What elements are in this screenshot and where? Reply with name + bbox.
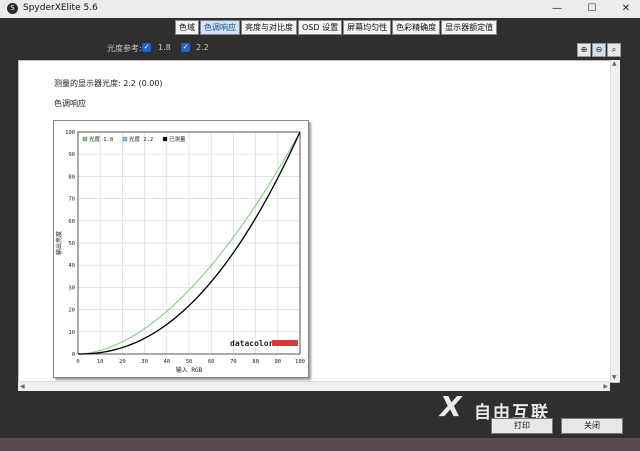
y-tick-label: 90	[68, 152, 75, 158]
y-tick-label: 20	[68, 308, 75, 314]
y-tick-label: 100	[65, 130, 75, 136]
brand-logo: datacolor	[230, 339, 274, 348]
tone-response-chart: 0 10 20 30 40 50 60 70 80 90 100 0 10 20 30 40 50 60 70 80 9…	[53, 120, 309, 378]
gamma-1-8-checkbox[interactable]: ✓	[142, 43, 151, 52]
window-title: SpyderXElite 5.6	[23, 3, 98, 13]
close-window-button[interactable]: ✕	[618, 1, 634, 16]
tab-tone-response[interactable]: 色调响应	[200, 20, 240, 35]
y-tick-label: 0	[72, 352, 75, 358]
maximize-button[interactable]: ☐	[584, 1, 600, 16]
legend-swatch	[162, 136, 168, 142]
brand-bar	[272, 340, 298, 346]
print-button[interactable]: 打印	[491, 418, 553, 434]
gamma-2-2-label: 2.2	[196, 43, 209, 52]
tab-bar: 色域 色调响应 亮度与对比度 OSD 设置 屏幕均匀性 色彩精确度 显示器额定值	[175, 20, 498, 35]
scroll-right-icon[interactable]: ▶	[603, 383, 608, 390]
measured-gamma-text: 测量的显示器光度: 2.2 (0.00)	[54, 79, 163, 88]
y-tick-label: 30	[68, 285, 75, 291]
tab-brightness-contrast[interactable]: 亮度与对比度	[241, 20, 297, 35]
x-tick-label: 20	[119, 359, 126, 365]
tab-uniformity[interactable]: 屏幕均匀性	[343, 20, 392, 35]
reference-label: 光度参考:	[107, 44, 142, 53]
zoom-in-icon[interactable]: ⊕	[577, 43, 591, 57]
legend-label: 光度 1.8	[89, 135, 113, 143]
horizontal-scrollbar[interactable]: ◀ ▶	[18, 381, 610, 391]
legend-swatch	[82, 136, 88, 142]
tab-color-accuracy[interactable]: 色彩精确度	[392, 20, 441, 35]
chart-svg: 0 10 20 30 40 50 60 70 80 90 100 0 10 20 30 40 50 60 70 80 9…	[55, 130, 305, 374]
x-tick-label: 40	[163, 359, 170, 365]
minimize-button[interactable]: —	[549, 1, 565, 16]
tab-gamut[interactable]: 色域	[175, 20, 199, 35]
scroll-left-icon[interactable]: ◀	[20, 383, 25, 390]
vertical-scrollbar[interactable]: ▲ ▼	[610, 60, 620, 381]
tab-osd-settings[interactable]: OSD 设置	[298, 20, 343, 35]
gamma-2-2-checkbox[interactable]: ✓	[181, 43, 190, 52]
section-title: 色调响应	[54, 99, 86, 108]
y-tick-label: 10	[68, 330, 75, 336]
zoom-fit-icon[interactable]: ⌕	[607, 43, 621, 57]
y-tick-label: 50	[68, 241, 75, 247]
x-tick-label: 30	[141, 359, 148, 365]
legend-swatch	[122, 136, 128, 142]
x-tick-label: 0	[76, 359, 79, 365]
legend-label: 已测量	[169, 135, 186, 143]
y-tick-label: 70	[68, 197, 75, 203]
y-axis-label: 输出亮度	[55, 231, 63, 255]
x-axis-label: 输入 RGB	[176, 366, 203, 374]
reference-bar: 光度参考: ✓ 1.8 ✓ 2.2 ⊕ ⊖ ⌕	[0, 41, 640, 57]
scroll-up-icon[interactable]: ▲	[612, 60, 617, 67]
x-tick-label: 50	[186, 359, 193, 365]
y-tick-label: 80	[68, 174, 75, 180]
watermark-x-logo: X	[440, 390, 462, 423]
legend-label: 光度 2.2	[129, 135, 153, 143]
close-button[interactable]: 关闭	[561, 418, 623, 434]
scroll-down-icon[interactable]: ▼	[612, 374, 617, 381]
title-bar: S SpyderXElite 5.6 — ☐ ✕	[0, 0, 640, 18]
zoom-out-icon[interactable]: ⊖	[592, 43, 606, 57]
app-window: S SpyderXElite 5.6 — ☐ ✕ 色域 色调响应 亮度与对比度 …	[0, 0, 640, 438]
app-logo-icon: S	[7, 3, 18, 14]
x-tick-label: 90	[274, 359, 281, 365]
y-tick-label: 60	[68, 219, 75, 225]
x-tick-label: 70	[230, 359, 237, 365]
x-tick-label: 80	[252, 359, 259, 365]
x-tick-label: 10	[97, 359, 104, 365]
gamma-1-8-label: 1.8	[158, 43, 171, 52]
x-tick-label: 100	[295, 359, 305, 365]
y-tick-label: 40	[68, 263, 75, 269]
x-tick-label: 60	[208, 359, 215, 365]
tab-display-rating[interactable]: 显示器额定值	[441, 20, 498, 35]
